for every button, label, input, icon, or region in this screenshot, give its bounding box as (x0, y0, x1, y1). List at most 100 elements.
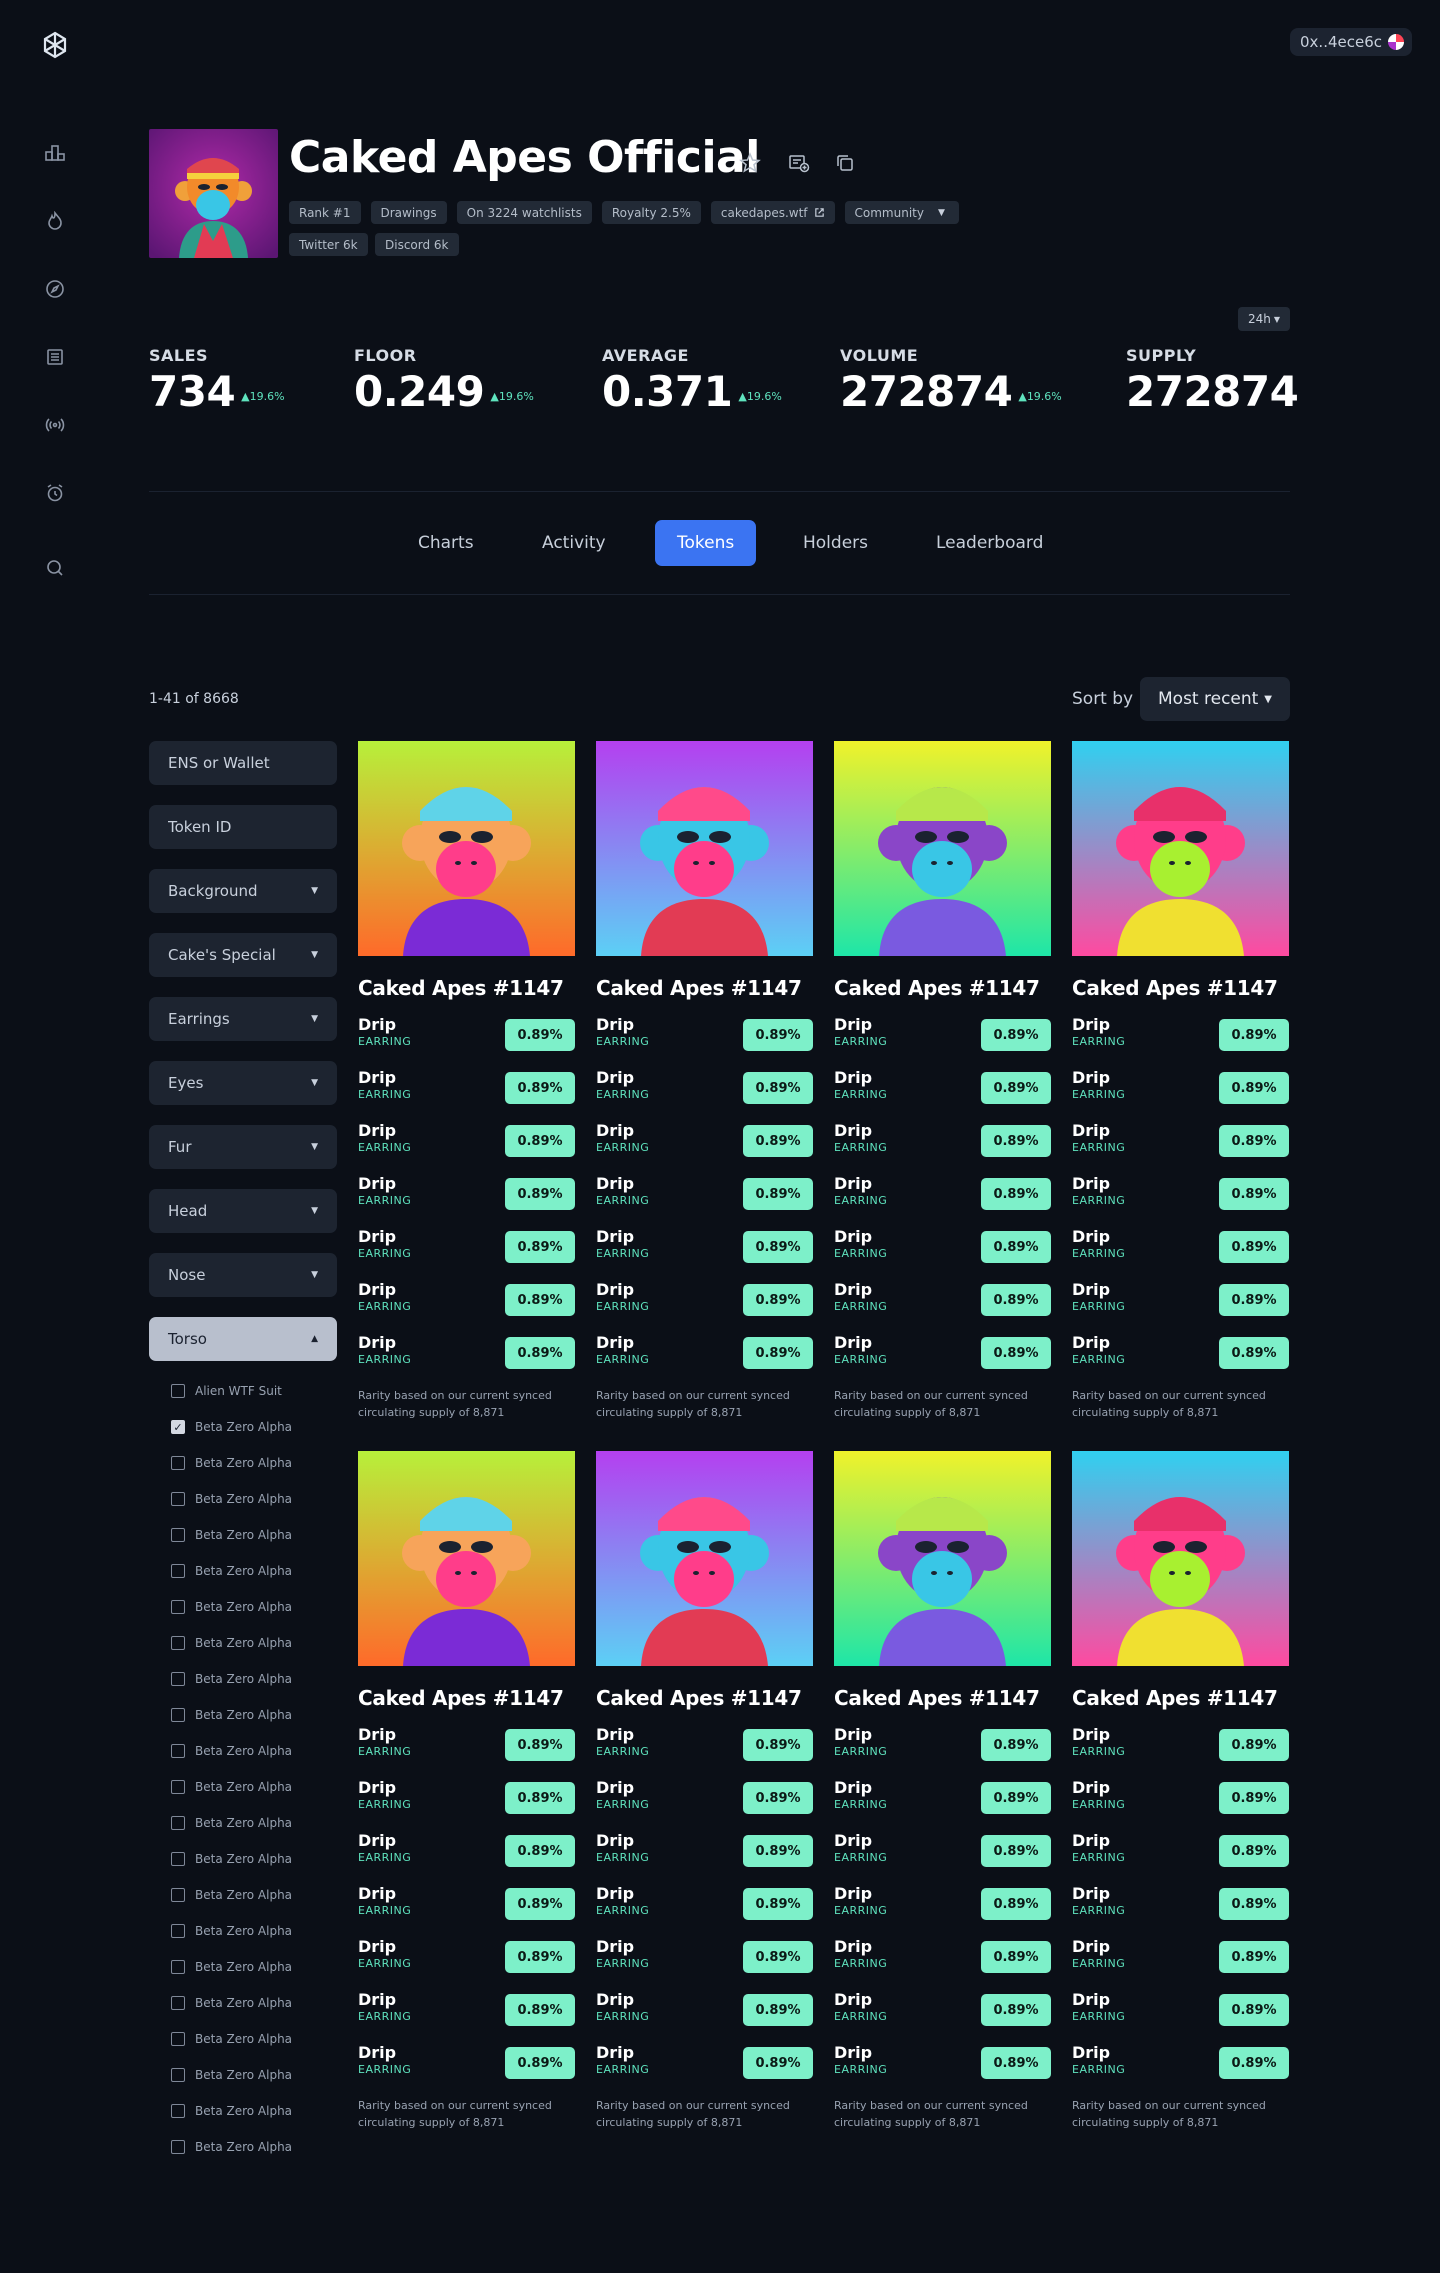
token-image[interactable] (1072, 1451, 1289, 1666)
category-chip[interactable]: Drawings (370, 201, 447, 224)
token-image[interactable] (834, 1451, 1051, 1666)
filter-option[interactable]: Beta Zero Alpha (171, 2129, 337, 2165)
token-name[interactable]: Caked Apes #1147 (1072, 1686, 1289, 1710)
token-name[interactable]: Caked Apes #1147 (834, 1686, 1051, 1710)
wallet-search-input[interactable] (168, 754, 318, 772)
star-icon[interactable] (737, 150, 763, 176)
filter-option[interactable]: Beta Zero Alpha (171, 2057, 337, 2093)
filter-option[interactable]: Beta Zero Alpha (171, 1589, 337, 1625)
filter-option[interactable]: Beta Zero Alpha (171, 1625, 337, 1661)
filter-option[interactable]: Beta Zero Alpha (171, 1517, 337, 1553)
checkbox[interactable] (171, 1636, 185, 1650)
token-name[interactable]: Caked Apes #1147 (834, 976, 1051, 1000)
website-link-chip[interactable]: cakedapes.wtf (710, 201, 835, 224)
community-dropdown[interactable]: Community ▼ (844, 201, 959, 224)
sort-dropdown[interactable]: Most recent ▼ (1140, 677, 1290, 721)
filter-option[interactable]: Beta Zero Alpha (171, 1553, 337, 1589)
token-card[interactable]: Caked Apes #1147 Drip EARRING 0.89% Drip EARR… (596, 741, 813, 1421)
tab-leaderboard[interactable]: Leaderboard (914, 520, 1065, 566)
filter-dropdown-fur[interactable]: Fur ▼ (149, 1125, 337, 1169)
tab-activity[interactable]: Activity (520, 520, 628, 566)
add-to-watchlist-icon[interactable] (786, 150, 812, 176)
filter-option[interactable]: Alien WTF Suit (171, 1373, 337, 1409)
token-image[interactable] (834, 741, 1051, 956)
alarm-clock-icon[interactable] (42, 480, 68, 506)
twitter-chip[interactable]: Twitter 6k (289, 233, 368, 256)
checkbox[interactable] (171, 2032, 185, 2046)
filter-option[interactable]: Beta Zero Alpha (171, 1949, 337, 1985)
token-card[interactable]: Caked Apes #1147 Drip EARRING 0.89% Drip EARR… (358, 741, 575, 1421)
filter-option[interactable]: Beta Zero Alpha (171, 1841, 337, 1877)
token-card[interactable]: Caked Apes #1147 Drip EARRING 0.89% Drip EARR… (834, 1451, 1051, 2131)
filter-dropdown-background[interactable]: Background ▼ (149, 869, 337, 913)
token-name[interactable]: Caked Apes #1147 (358, 976, 575, 1000)
token-card[interactable]: Caked Apes #1147 Drip EARRING 0.89% Drip EARR… (358, 1451, 575, 2131)
checkbox[interactable] (171, 2068, 185, 2082)
checkbox[interactable] (171, 1744, 185, 1758)
torso-filter-dropdown[interactable]: Torso ▲ (149, 1317, 337, 1361)
token-name[interactable]: Caked Apes #1147 (1072, 976, 1289, 1000)
checkbox[interactable] (171, 1492, 185, 1506)
checkbox[interactable] (171, 1888, 185, 1902)
filter-option[interactable]: Beta Zero Alpha (171, 2021, 337, 2057)
wallet-filter[interactable] (149, 741, 337, 785)
checkbox[interactable] (171, 2140, 185, 2154)
filter-dropdown-head[interactable]: Head ▼ (149, 1189, 337, 1233)
broadcast-icon[interactable] (42, 412, 68, 438)
filter-option[interactable]: Beta Zero Alpha (171, 1805, 337, 1841)
token-image[interactable] (1072, 741, 1289, 956)
token-card[interactable]: Caked Apes #1147 Drip EARRING 0.89% Drip EARR… (834, 741, 1051, 1421)
filter-option[interactable]: Beta Zero Alpha (171, 1661, 337, 1697)
token-image[interactable] (596, 741, 813, 956)
flame-icon[interactable] (42, 208, 68, 234)
filter-option[interactable]: Beta Zero Alpha (171, 1985, 337, 2021)
filter-option[interactable]: Beta Zero Alpha (171, 1769, 337, 1805)
checkbox[interactable] (171, 1708, 185, 1722)
checkbox[interactable] (171, 2104, 185, 2118)
token-card[interactable]: Caked Apes #1147 Drip EARRING 0.89% Drip EARR… (1072, 1451, 1289, 2131)
filter-option[interactable]: Beta Zero Alpha (171, 1697, 337, 1733)
checkbox[interactable] (171, 1996, 185, 2010)
checkbox[interactable] (171, 1564, 185, 1578)
list-icon[interactable] (42, 344, 68, 370)
time-range-dropdown[interactable]: 24h ▼ (1238, 307, 1290, 331)
filter-option[interactable]: ✓ Beta Zero Alpha (171, 1409, 337, 1445)
checkbox[interactable] (171, 1780, 185, 1794)
checkbox[interactable] (171, 1456, 185, 1470)
checkbox[interactable] (171, 1816, 185, 1830)
token-name[interactable]: Caked Apes #1147 (358, 1686, 575, 1710)
checkbox[interactable] (171, 1384, 185, 1398)
app-logo-icon[interactable] (40, 30, 70, 60)
filter-dropdown-nose[interactable]: Nose ▼ (149, 1253, 337, 1297)
filter-option[interactable]: Beta Zero Alpha (171, 1913, 337, 1949)
checkbox[interactable] (171, 1924, 185, 1938)
filter-option[interactable]: Beta Zero Alpha (171, 1733, 337, 1769)
checkbox[interactable] (171, 1852, 185, 1866)
checkbox[interactable] (171, 1672, 185, 1686)
filter-dropdown-eyes[interactable]: Eyes ▼ (149, 1061, 337, 1105)
token-image[interactable] (358, 1451, 575, 1666)
discord-chip[interactable]: Discord 6k (375, 233, 459, 256)
token-name[interactable]: Caked Apes #1147 (596, 976, 813, 1000)
compass-icon[interactable] (42, 276, 68, 302)
token-name[interactable]: Caked Apes #1147 (596, 1686, 813, 1710)
checkbox[interactable]: ✓ (171, 1420, 185, 1434)
filter-option[interactable]: Beta Zero Alpha (171, 2093, 337, 2129)
filter-option[interactable]: Beta Zero Alpha (171, 1481, 337, 1517)
token-card[interactable]: Caked Apes #1147 Drip EARRING 0.89% Drip EARR… (1072, 741, 1289, 1421)
token-image[interactable] (358, 741, 575, 956)
token-card[interactable]: Caked Apes #1147 Drip EARRING 0.89% Drip EARR… (596, 1451, 813, 2131)
copy-icon[interactable] (832, 150, 858, 176)
leaderboard-icon[interactable] (42, 139, 68, 165)
filter-dropdown-earrings[interactable]: Earrings ▼ (149, 997, 337, 1041)
checkbox[interactable] (171, 1528, 185, 1542)
filter-option[interactable]: Beta Zero Alpha (171, 1445, 337, 1481)
checkbox[interactable] (171, 1960, 185, 1974)
tab-holders[interactable]: Holders (781, 520, 890, 566)
filter-dropdown-cake-s-special[interactable]: Cake's Special ▼ (149, 933, 337, 977)
token-id-input[interactable] (168, 818, 318, 836)
tab-tokens[interactable]: Tokens (655, 520, 757, 566)
tab-charts[interactable]: Charts (396, 520, 496, 566)
checkbox[interactable] (171, 1600, 185, 1614)
wallet-button[interactable]: 0x..4ece6c (1290, 28, 1412, 56)
